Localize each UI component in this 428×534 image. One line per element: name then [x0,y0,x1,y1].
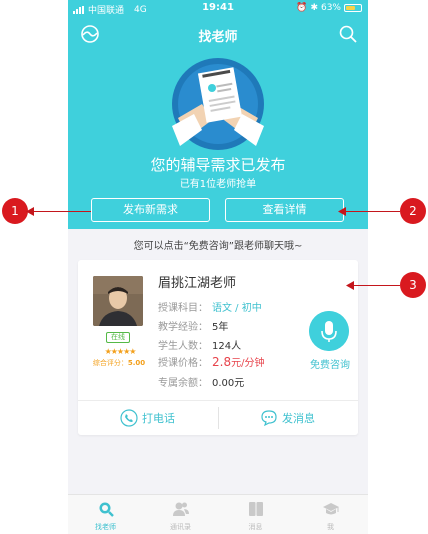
battery-level [346,6,355,10]
price-value: 2.8元/分钟 [212,355,264,369]
free-consult-button[interactable]: 免费咨询 [302,356,358,371]
tab-label: 通讯录 [170,523,191,531]
phone-icon [120,409,138,427]
experience-value: 5年 [212,322,229,333]
view-details-button[interactable]: 查看详情 [225,198,344,222]
tab-label: 我 [327,523,334,531]
battery-percent: 63% [320,3,341,13]
callout-1-arrow [28,211,91,212]
experience-row: 教学经验： 5年 [158,318,228,333]
grab-count-text: 已有1位老师抢单 [179,179,257,190]
document-illustration [172,58,264,150]
hero-banner: 中国联通 4G 19:41 ⏰ ✱ 63% 找老师 您的辅导需求已发布 已有1位… [68,0,368,229]
message-label: 发消息 [282,412,315,425]
students-value: 124人 [212,341,242,352]
subject-value: 语文 / 初中 [212,303,262,314]
action-separator [218,407,219,429]
consult-tip: 您可以点击“免费咨询”跟老师聊天哦~ [133,241,303,252]
nav-bar: 找老师 [68,20,368,50]
book-icon [248,502,263,516]
callout-2: 2 [400,198,426,224]
graduation-cap-icon [322,503,339,515]
students-label: 学生人数： [158,341,208,352]
balance-row: 专属余额： 0.00元 [158,374,244,389]
arrow-left-icon [338,207,346,216]
subject-label: 授课科目： [158,303,208,314]
publish-headline: 您的辅导需求已发布 [150,156,286,174]
arrow-left-icon [26,207,34,216]
tab-contacts[interactable]: 通讯录 [143,495,218,534]
alarm-icon: ⏰ [296,3,308,13]
arrow-left-icon [346,281,354,290]
search-icon [99,502,114,517]
search-icon[interactable] [338,24,358,44]
bluetooth-icon: ✱ [310,3,318,13]
online-badge: 在线 [106,332,130,343]
battery-icon [344,4,362,12]
teacher-name: 眉挑江湖老师 [158,276,237,291]
score-value: 5.00 [127,359,146,367]
experience-label: 教学经验： [158,322,208,333]
rating-stars: ★★★★★ [104,347,137,356]
tab-messages[interactable]: 消息 [218,495,293,534]
microphone-icon[interactable] [309,311,349,351]
score-label: 综合评分： [92,359,128,367]
balance-label: 专属余额： [158,378,208,389]
page-title: 找老师 [198,30,238,45]
teacher-card[interactable]: 在线 ★★★★★ 综合评分：5.00 眉挑江湖老师 授课科目： 语文 / 初中 教… [78,260,358,435]
overall-score: 综合评分：5.00 [84,358,154,368]
students-row: 学生人数： 124人 [158,337,241,352]
chat-bubble-icon [261,410,277,427]
status-bar: 中国联通 4G 19:41 ⏰ ✱ 63% [68,0,368,18]
balance-value: 0.00元 [212,378,245,389]
price-unit: 元/分钟 [231,358,265,369]
tab-me[interactable]: 我 [293,495,368,534]
subject-row: 授课科目： 语文 / 初中 [158,299,262,314]
tab-find-teacher[interactable]: 找老师 [68,495,143,534]
phone-screen: 中国联通 4G 19:41 ⏰ ✱ 63% 找老师 您的辅导需求已发布 已有1位… [68,0,368,534]
tab-bar: 找老师 通讯录 消息 我 [68,494,368,534]
card-divider [78,400,358,401]
send-message-button[interactable]: 发消息 [260,407,315,429]
price-label: 授课价格： [158,358,208,369]
contacts-icon [172,502,189,516]
call-button[interactable]: 打电话 [120,407,175,429]
callout-3: 3 [400,272,426,298]
price-row: 授课价格： 2.8元/分钟 [158,354,264,369]
tab-label: 消息 [248,523,263,531]
price-amount: 2.8 [212,355,232,369]
callout-1: 1 [2,198,28,224]
callout-2-arrow [342,211,400,212]
publish-new-request-button[interactable]: 发布新需求 [91,198,210,222]
avatar[interactable] [93,276,143,326]
tab-label: 找老师 [95,523,116,531]
callout-3-arrow [350,285,400,286]
call-label: 打电话 [142,412,175,425]
